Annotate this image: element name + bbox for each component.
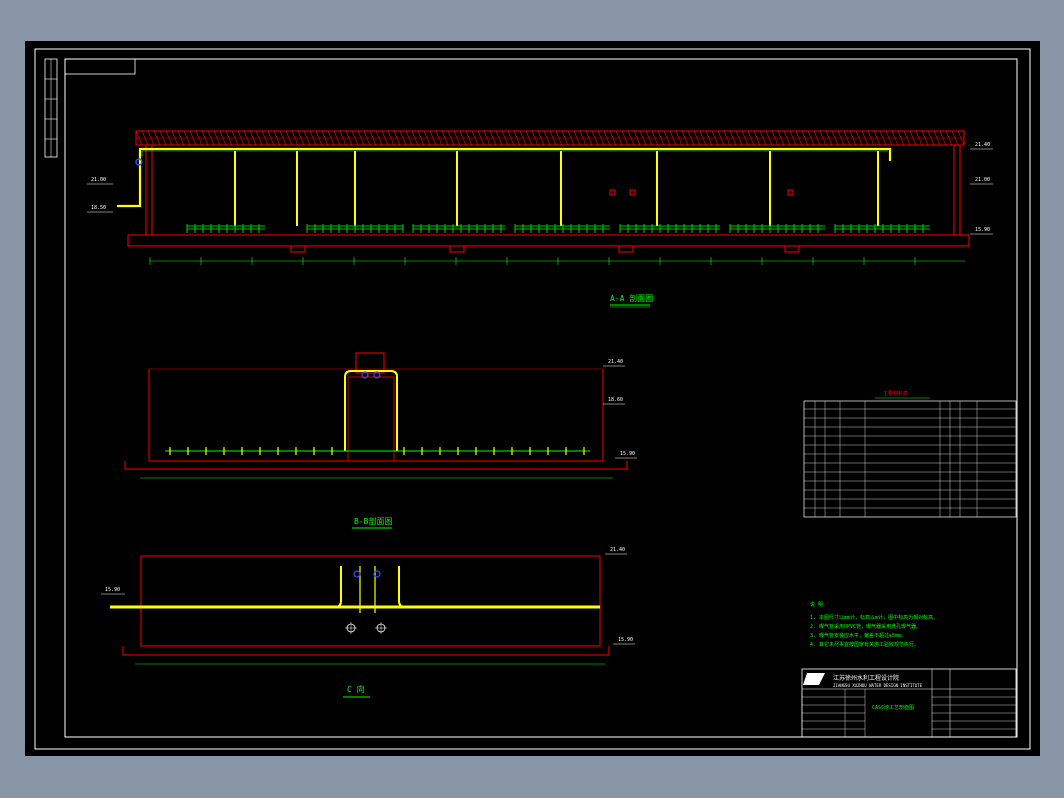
section-bb: 21.40 18.60 15.90 B-B剖面图 (124, 352, 637, 529)
section-aa: 21.40 21.00 15.90 21.00 18.50 A-A 剖面图 (87, 130, 993, 308)
notes: 说 明 1. 本图尺寸以mm计，标高以m计，图中标高为相对标高。 2. 曝气管采… (810, 601, 938, 648)
title-aa: A-A 剖面图 (610, 293, 653, 303)
view-c: 21.40 15.90 15.90 C 向 (101, 547, 635, 698)
title-bb: B-B剖面图 (354, 516, 392, 526)
level-bb-top: 21.40 (608, 359, 623, 365)
level-aa-left: 21.00 (91, 177, 106, 183)
notes-title: 说 明 (810, 601, 823, 608)
level-bb-bottom: 15.90 (620, 451, 635, 457)
note-4: 4. 其它未尽事宜按国家有关施工验收规范执行。 (810, 641, 919, 648)
note-2: 2. 曝气管采用UPVC管，曝气器采用微孔曝气器。 (810, 623, 921, 630)
cad-drawing: 21.40 21.00 15.90 21.00 18.50 A-A 剖面图 21… (34, 48, 1031, 750)
note-1: 1. 本图尺寸以mm计，标高以m计，图中标高为相对标高。 (810, 614, 938, 621)
level-bb-mid: 18.60 (608, 397, 623, 403)
title-block: 江苏徐州水利工程设计院 JIANGSU XUZHOU WATER DESIGN … (801, 668, 1017, 738)
level-aa-low: 18.50 (91, 205, 106, 211)
level-c-pipe: 15.90 (105, 587, 120, 593)
level-aa-top: 21.40 (975, 142, 990, 148)
level-aa-bottom: 15.90 (975, 227, 990, 233)
materials-table: 主要材料表 (803, 390, 1017, 518)
drawing-sheet: 21.40 21.00 15.90 21.00 18.50 A-A 剖面图 21… (25, 41, 1040, 756)
company-logo (803, 673, 825, 685)
note-3: 3. 曝气管安装应水平，偏差不超过±5mm。 (810, 632, 906, 639)
drawing-name: CASS池工艺剖面图 (872, 704, 914, 711)
corner-tag (64, 58, 136, 75)
level-c-bottom: 15.90 (618, 637, 633, 643)
level-c-top: 21.40 (610, 547, 625, 553)
materials-title: 主要材料表 (883, 390, 908, 397)
level-aa-mid: 21.00 (975, 177, 990, 183)
company-cn: 江苏徐州水利工程设计院 (833, 674, 899, 682)
title-c: C 向 (347, 684, 365, 694)
company-en: JIANGSU XUZHOU WATER DESIGN INSTITUTE (833, 683, 923, 688)
